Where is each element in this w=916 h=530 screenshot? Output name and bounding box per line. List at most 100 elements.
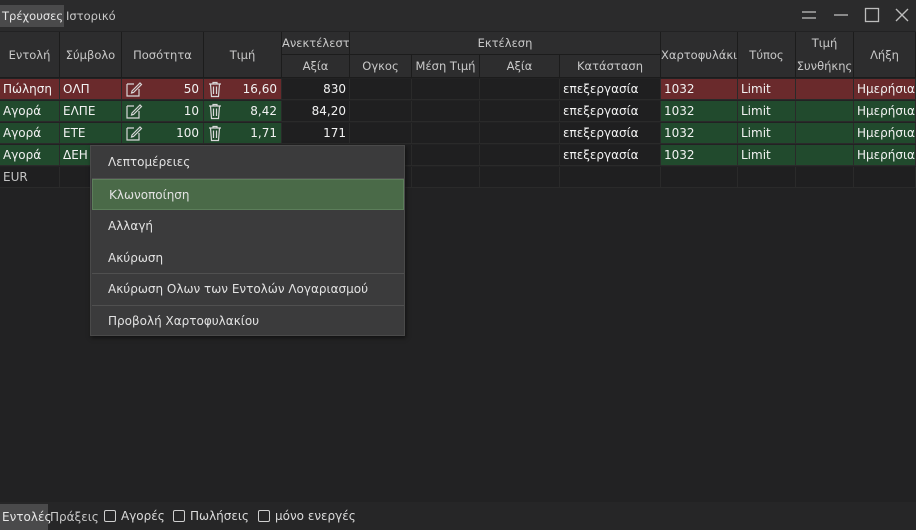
menu-item-view-portfolio[interactable]: Προβολή Χαρτοφυλακίου xyxy=(92,306,404,337)
header-cond-price-line1: Τιμή xyxy=(811,36,838,50)
active-only-checkbox[interactable] xyxy=(258,510,270,522)
order-cond-price xyxy=(796,145,854,166)
table-row[interactable]: Πώληση ΟΛΠ 50 16,60 830 επεξεργασία 1032… xyxy=(0,79,916,101)
header-type[interactable]: Τύπος xyxy=(738,32,796,78)
order-price-cell: 16,60 xyxy=(204,79,282,100)
trash-icon[interactable] xyxy=(207,80,223,98)
menu-item-details[interactable]: Λεπτομέρειες xyxy=(92,147,404,178)
exec-avg-price xyxy=(412,145,480,166)
tab-trades[interactable]: Πράξεις xyxy=(48,504,101,530)
order-cond-price xyxy=(796,123,854,144)
order-qty: 10 xyxy=(183,104,199,118)
totals-cell xyxy=(480,167,560,188)
order-price-cell: 1,71 xyxy=(204,123,282,144)
menu-item-cancel[interactable]: Ακύρωση xyxy=(92,243,404,274)
tab-current[interactable]: Τρέχουσες xyxy=(0,5,64,27)
order-expiry: Ημερήσια xyxy=(854,145,916,166)
exec-value xyxy=(480,145,560,166)
sells-checkbox[interactable] xyxy=(173,510,185,522)
order-cond-price xyxy=(796,79,854,100)
header-status[interactable]: Κατάσταση xyxy=(560,55,661,78)
exec-avg-price xyxy=(412,101,480,122)
close-icon[interactable] xyxy=(893,6,911,24)
order-side: Αγορά xyxy=(0,101,60,122)
header-portfolio[interactable]: Χαρτοφυλάκιο xyxy=(661,32,738,78)
order-portfolio: 1032 xyxy=(661,145,738,166)
totals-cell xyxy=(738,167,796,188)
buys-label: Αγορές xyxy=(121,509,165,523)
order-value: 84,20 xyxy=(282,101,350,122)
header-exec-value[interactable]: Αξία xyxy=(480,55,560,78)
order-qty: 100 xyxy=(176,126,199,140)
order-type: Limit xyxy=(738,145,796,166)
menu-item-cancel-all[interactable]: Ακύρωση Ολων των Εντολών Λογαριασμού xyxy=(92,274,404,305)
order-side: Αγορά xyxy=(0,145,60,166)
header-unexecuted: Ανεκτέλεστη xyxy=(282,32,350,55)
order-type: Limit xyxy=(738,123,796,144)
order-expiry: Ημερήσια xyxy=(854,123,916,144)
order-type: Limit xyxy=(738,101,796,122)
buys-checkbox[interactable] xyxy=(104,510,116,522)
totals-currency: EUR xyxy=(0,167,60,188)
order-price-cell: 8,42 xyxy=(204,101,282,122)
order-expiry: Ημερήσια xyxy=(854,79,916,100)
header-volume[interactable]: Ογκος xyxy=(350,55,412,78)
header-order[interactable]: Εντολή xyxy=(0,32,60,78)
edit-icon[interactable] xyxy=(125,124,143,142)
exec-volume xyxy=(350,101,412,122)
header-symbol[interactable]: Σύμβολο xyxy=(60,32,122,78)
order-side: Αγορά xyxy=(0,123,60,144)
header-avg-price[interactable]: Μέση Τιμή xyxy=(412,55,480,78)
totals-cell xyxy=(661,167,738,188)
tab-history[interactable]: Ιστορικό xyxy=(64,5,118,27)
sells-label: Πωλήσεις xyxy=(190,509,249,523)
totals-cell xyxy=(412,167,480,188)
trash-icon[interactable] xyxy=(207,102,223,120)
table-row[interactable]: Αγορά ΕΛΠΕ 10 8,42 84,20 επεξεργασία 103… xyxy=(0,101,916,123)
order-price: 1,71 xyxy=(250,126,277,140)
trash-icon[interactable] xyxy=(207,124,223,142)
exec-avg-price xyxy=(412,79,480,100)
edit-icon[interactable] xyxy=(125,102,143,120)
exec-value xyxy=(480,123,560,144)
maximize-icon[interactable] xyxy=(863,6,881,24)
order-qty-cell: 50 xyxy=(122,79,204,100)
header-price[interactable]: Τιμή xyxy=(204,32,282,78)
header-cond-price[interactable]: Τιμή Συνθήκης xyxy=(796,32,854,78)
exec-volume xyxy=(350,123,412,144)
order-qty-cell: 10 xyxy=(122,101,204,122)
order-value: 830 xyxy=(282,79,350,100)
order-qty-cell: 100 xyxy=(122,123,204,144)
header-quantity[interactable]: Ποσότητα xyxy=(122,32,204,78)
exec-avg-price xyxy=(412,123,480,144)
order-status: επεξεργασία xyxy=(560,101,661,122)
title-bar: Τρέχουσες Ιστορικό xyxy=(0,0,916,31)
header-expiry[interactable]: Λήξη xyxy=(854,32,916,78)
order-value: 171 xyxy=(282,123,350,144)
order-side: Πώληση xyxy=(0,79,60,100)
tab-orders[interactable]: Εντολές xyxy=(0,504,51,530)
order-symbol: ΕΛΠΕ xyxy=(60,101,122,122)
bottom-bar: Εντολές Πράξεις Αγορές Πωλήσεις μόνο ενε… xyxy=(0,502,916,530)
totals-cell xyxy=(560,167,661,188)
order-portfolio: 1032 xyxy=(661,79,738,100)
order-status: επεξεργασία xyxy=(560,145,661,166)
header-execution: Εκτέλεση xyxy=(350,32,661,55)
context-menu: Λεπτομέρειες Κλωνοποίηση Αλλαγή Ακύρωση … xyxy=(90,145,405,336)
minimize-icon[interactable] xyxy=(832,6,850,24)
exec-value xyxy=(480,79,560,100)
order-qty: 50 xyxy=(183,82,199,96)
order-portfolio: 1032 xyxy=(661,123,738,144)
exec-value xyxy=(480,101,560,122)
order-price: 16,60 xyxy=(242,82,277,96)
header-cond-price-line2: Συνθήκης xyxy=(796,59,853,73)
exec-volume xyxy=(350,79,412,100)
header-unexecuted-value[interactable]: Αξία xyxy=(282,55,350,78)
table-row[interactable]: Αγορά ΕΤΕ 100 1,71 171 επεξεργασία 1032 … xyxy=(0,123,916,145)
menu-item-clone[interactable]: Κλωνοποίηση xyxy=(92,179,404,210)
order-price: 8,42 xyxy=(250,104,277,118)
menu-item-modify[interactable]: Αλλαγή xyxy=(92,211,404,242)
edit-icon[interactable] xyxy=(125,80,143,98)
order-portfolio: 1032 xyxy=(661,101,738,122)
menu-icon[interactable] xyxy=(800,6,818,24)
